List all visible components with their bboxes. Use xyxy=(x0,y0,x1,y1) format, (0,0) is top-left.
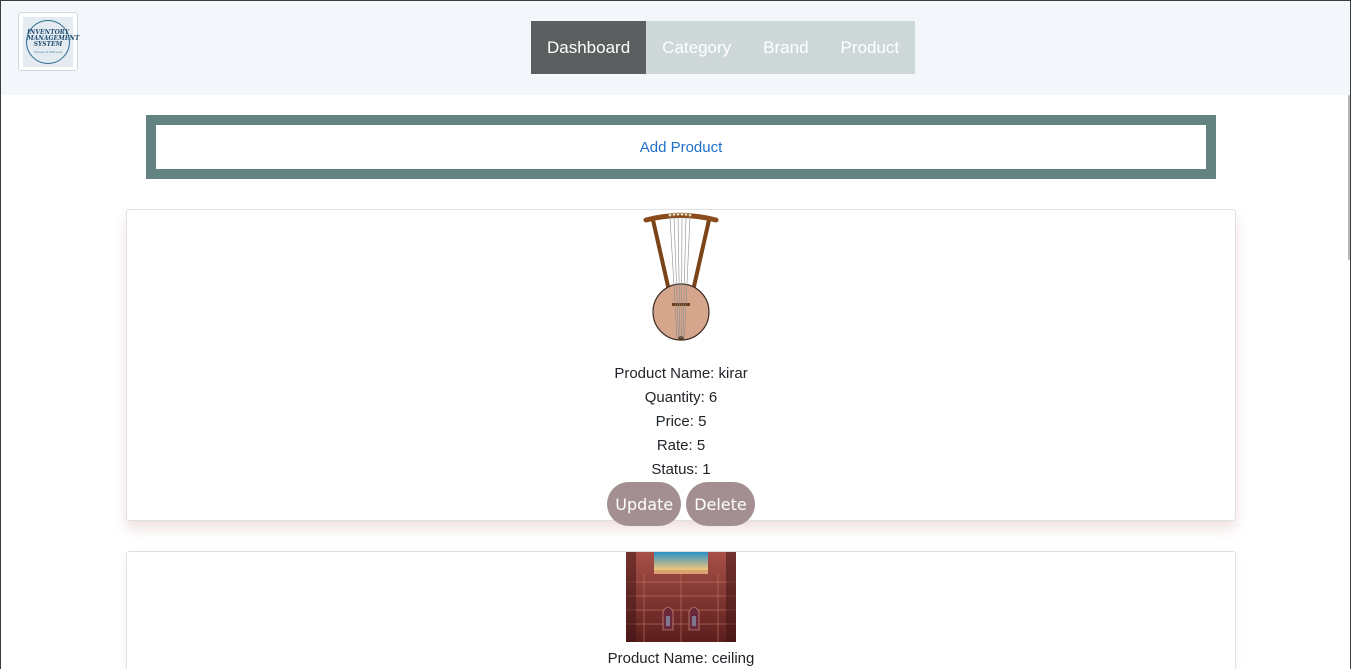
tab-brand[interactable]: Brand xyxy=(747,21,824,74)
product-price: Price: 5 xyxy=(655,413,707,430)
tab-product[interactable]: Product xyxy=(825,21,916,74)
ornate-ceiling-image xyxy=(626,552,736,642)
update-button[interactable]: Update xyxy=(607,482,682,526)
product-quantity: Quantity: 6 xyxy=(644,389,718,406)
delete-button[interactable]: Delete xyxy=(686,482,755,526)
product-details: Product Name: kirar Quantity: 6 Price: 5… xyxy=(614,362,747,482)
product-card: Product Name: kirar Quantity: 6 Price: 5… xyxy=(126,209,1236,526)
add-product-link[interactable]: Add Product xyxy=(640,139,723,156)
logo-text: INVENTORY MANAGEMENT SYSTEM Simple & Eff… xyxy=(27,29,79,54)
tab-dashboard[interactable]: Dashboard xyxy=(531,21,647,74)
page-scrollbar[interactable] xyxy=(1348,95,1350,669)
add-product-panel: Add Product xyxy=(146,115,1216,179)
product-card: Product Name: ceiling xyxy=(126,551,1236,669)
tab-category[interactable]: Category xyxy=(646,21,747,74)
product-status: Status: 1 xyxy=(651,461,711,478)
harp-instrument-image xyxy=(643,212,719,341)
product-name: Product Name: ceiling xyxy=(607,650,755,667)
logo-line-3: SYSTEM xyxy=(33,40,63,48)
product-name: Product Name: kirar xyxy=(614,365,748,382)
scrollbar-thumb[interactable] xyxy=(1348,95,1350,260)
app-logo[interactable]: INVENTORY MANAGEMENT SYSTEM Simple & Eff… xyxy=(18,12,79,71)
product-details: Product Name: ceiling xyxy=(608,647,755,669)
top-navbar: INVENTORY MANAGEMENT SYSTEM Simple & Eff… xyxy=(0,0,1351,95)
product-actions: Update Delete xyxy=(607,482,755,526)
logo-image: INVENTORY MANAGEMENT SYSTEM Simple & Eff… xyxy=(23,16,79,67)
logo-tagline: Simple & Efficient xyxy=(34,49,62,54)
main-nav-tabs: Dashboard Category Brand Product xyxy=(531,21,916,74)
product-rate: Rate: 5 xyxy=(656,437,706,454)
